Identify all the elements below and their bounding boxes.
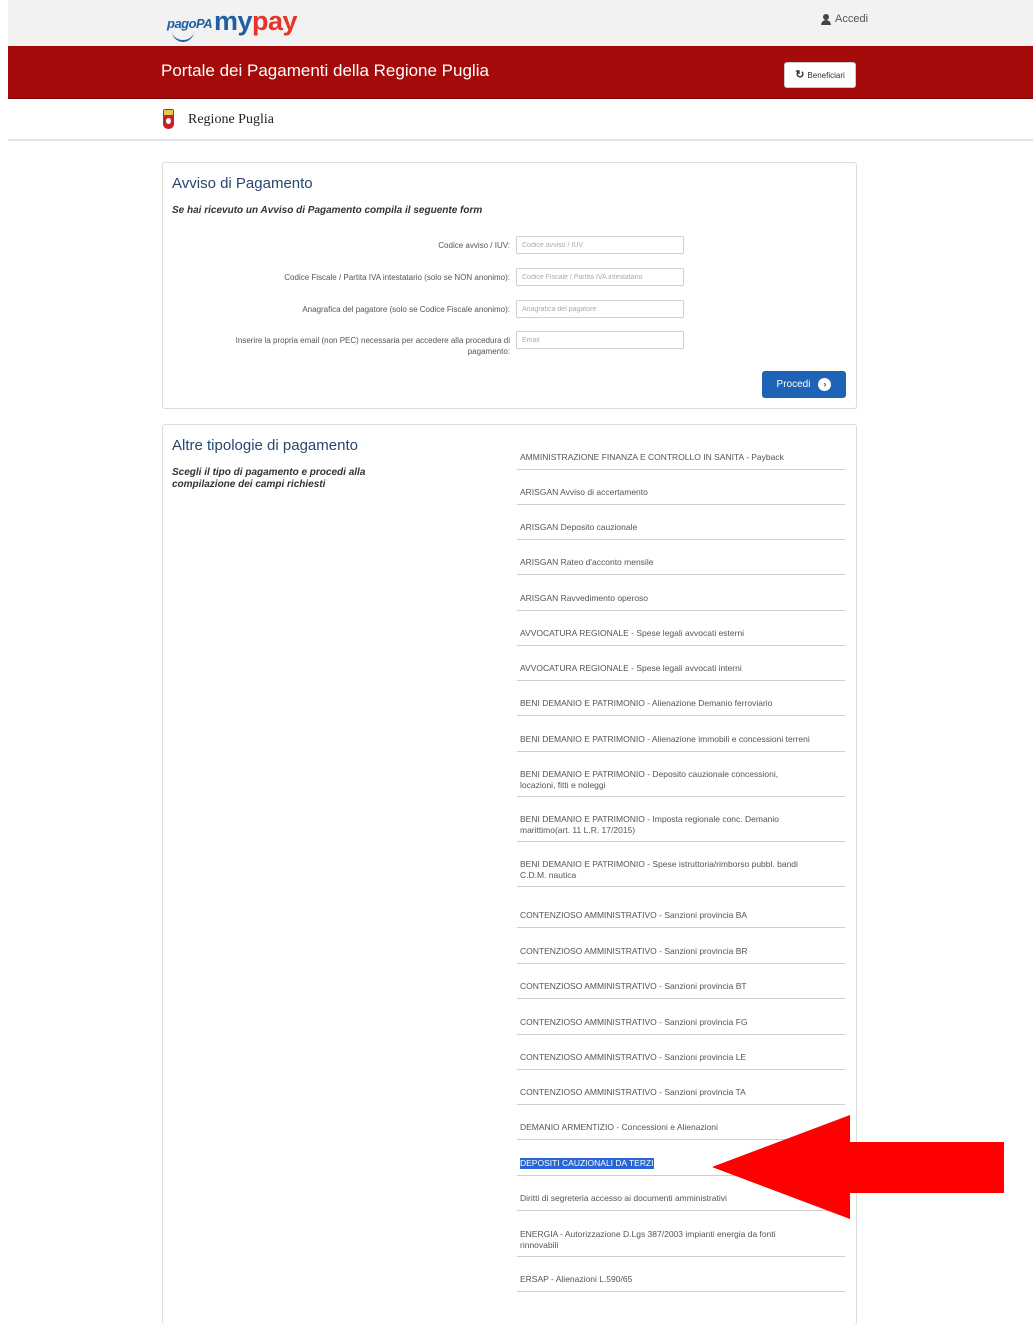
top-bar: pagoPA mypay Accedi [8, 0, 1033, 46]
altre-tipologie-title: Altre tipologie di pagamento [172, 437, 358, 454]
list-item-label: ENERGIA - Autorizzazione D.Lgs 387/2003 … [520, 1229, 776, 1239]
list-item-label-line2: rinnovabili [520, 1240, 559, 1250]
list-item-label: BENI DEMANIO E PATRIMONIO - Alienazione … [520, 734, 810, 744]
altre-subtitle-line2: compilazione dei campi richiesti [172, 479, 326, 490]
list-item-label: BENI DEMANIO E PATRIMONIO - Deposito cau… [520, 769, 779, 779]
form-label-text: Codice Fiscale / Partita IVA intestatari… [284, 273, 510, 282]
list-item-label: ERSAP - Alienazioni L.590/65 [520, 1274, 633, 1284]
form-label-text: Inserire la propria email (non PEC) nece… [162, 335, 510, 357]
refresh-icon: ↻ [795, 68, 805, 81]
list-item-label: CONTENZIOSO AMMINISTRATIVO - Sanzioni pr… [520, 946, 748, 956]
list-item[interactable]: CONTENZIOSO AMMINISTRATIVO - Sanzioni pr… [517, 1004, 845, 1035]
region-bar: Regione Puglia [8, 99, 1033, 141]
list-item[interactable]: ARISGAN Avviso di accertamento [517, 474, 845, 505]
list-item-label: AVVOCATURA REGIONALE - Spese legali avvo… [520, 663, 742, 673]
list-item-label: AMMINISTRAZIONE FINANZA E CONTROLLO IN S… [520, 452, 784, 462]
altre-tipologie-subtitle: Scegli il tipo di pagamento e procedi al… [172, 467, 365, 491]
mypay-logo-pay: pay [252, 6, 298, 36]
list-item-label: DEPOSITI CAUZIONALI DA TERZI [520, 1158, 654, 1169]
avviso-panel [162, 162, 857, 409]
list-item-label: BENI DEMANIO E PATRIMONIO - Spese istrut… [520, 859, 798, 869]
list-item[interactable]: CONTENZIOSO AMMINISTRATIVO - Sanzioni pr… [517, 1039, 845, 1070]
codice-avviso-input[interactable] [516, 236, 684, 254]
list-item-label-line2: marittimo(art. 11 L.R. 17/2015) [520, 825, 636, 835]
list-item[interactable]: ENERGIA - Autorizzazione D.Lgs 387/2003 … [517, 1216, 845, 1257]
list-item[interactable]: ARISGAN Rateo d'acconto mensile [517, 544, 845, 575]
pagopa-logo-arc [172, 30, 194, 42]
email-input[interactable] [516, 331, 684, 349]
list-item[interactable]: AVVOCATURA REGIONALE - Spese legali avvo… [517, 615, 845, 646]
list-item[interactable]: BENI DEMANIO E PATRIMONIO - Deposito cau… [517, 756, 845, 797]
form-label-text: Codice avviso / IUV: [438, 241, 510, 250]
list-item[interactable]: ERSAP - Alienazioni L.590/65 [517, 1261, 845, 1292]
mypay-logo[interactable]: mypay [214, 6, 298, 37]
list-item[interactable]: BENI DEMANIO E PATRIMONIO - Imposta regi… [517, 801, 845, 842]
region-crest-icon [163, 109, 174, 129]
list-item-label-line2: locazioni, fitti e noleggi [520, 780, 606, 790]
list-item[interactable]: BENI DEMANIO E PATRIMONIO - Alienazione … [517, 721, 845, 752]
list-item-label: ARISGAN Avviso di accertamento [520, 487, 648, 497]
list-item-label: CONTENZIOSO AMMINISTRATIVO - Sanzioni pr… [520, 1017, 748, 1027]
list-item-label: DEMANIO ARMENTIZIO - Concessioni e Alien… [520, 1122, 718, 1132]
list-item[interactable]: CONTENZIOSO AMMINISTRATIVO - Sanzioni pr… [517, 968, 845, 999]
form-label-email: Inserire la propria email (non PEC) nece… [162, 335, 510, 357]
portal-header: Portale dei Pagamenti della Regione Pugl… [8, 46, 1033, 99]
list-item[interactable]: AVVOCATURA REGIONALE - Spese legali avvo… [517, 650, 845, 681]
form-label-text: Anagrafica del pagatore (solo se Codice … [302, 305, 510, 314]
procedi-button[interactable]: Procedi › [762, 371, 846, 398]
list-item-label: ARISGAN Rateo d'acconto mensile [520, 557, 654, 567]
list-item-label: AVVOCATURA REGIONALE - Spese legali avvo… [520, 628, 745, 638]
list-item-label: CONTENZIOSO AMMINISTRATIVO - Sanzioni pr… [520, 981, 747, 991]
list-item[interactable]: BENI DEMANIO E PATRIMONIO - Spese istrut… [517, 846, 845, 887]
user-icon [821, 13, 831, 25]
list-item[interactable]: CONTENZIOSO AMMINISTRATIVO - Sanzioni pr… [517, 933, 845, 964]
list-item-label: BENI DEMANIO E PATRIMONIO - Alienazione … [520, 698, 773, 708]
list-item-label: ARISGAN Ravvedimento operoso [520, 593, 649, 603]
list-item[interactable]: AMMINISTRAZIONE FINANZA E CONTROLLO IN S… [517, 439, 845, 470]
login-label: Accedi [835, 13, 869, 25]
form-label-email-line1: Inserire la propria email (non PEC) nece… [235, 336, 510, 345]
arrow-right-circle-icon: › [818, 378, 832, 391]
anagrafica-input[interactable] [516, 300, 684, 318]
mypay-logo-my: my [214, 6, 253, 36]
codice-fiscale-input[interactable] [516, 268, 684, 286]
beneficiari-button[interactable]: ↻ Beneficiari [784, 62, 856, 88]
list-item-label: CONTENZIOSO AMMINISTRATIVO - Sanzioni pr… [520, 1052, 747, 1062]
avviso-title: Avviso di Pagamento [172, 175, 313, 192]
list-item-label: CONTENZIOSO AMMINISTRATIVO - Sanzioni pr… [520, 1087, 746, 1097]
list-item-label: ARISGAN Deposito cauzionale [520, 522, 638, 532]
list-item[interactable]: CONTENZIOSO AMMINISTRATIVO - Sanzioni pr… [517, 1074, 845, 1105]
list-item[interactable]: BENI DEMANIO E PATRIMONIO - Alienazione … [517, 685, 845, 716]
pagopa-logo[interactable]: pagoPA [167, 16, 213, 31]
form-label-email-line2: pagamento: [467, 347, 510, 356]
list-item-label: CONTENZIOSO AMMINISTRATIVO - Sanzioni pr… [520, 910, 748, 920]
portal-title: Portale dei Pagamenti della Regione Pugl… [161, 61, 489, 80]
annotation-arrow-icon [712, 1115, 1004, 1219]
list-item[interactable]: ARISGAN Deposito cauzionale [517, 509, 845, 540]
list-item-label: BENI DEMANIO E PATRIMONIO - Imposta regi… [520, 814, 780, 824]
beneficiari-label: Beneficiari [807, 70, 845, 80]
avviso-subtitle: Se hai ricevuto un Avviso di Pagamento c… [172, 205, 483, 216]
list-item[interactable]: CONTENZIOSO AMMINISTRATIVO - Sanzioni pr… [517, 897, 845, 928]
login-link[interactable]: Accedi [821, 13, 868, 25]
list-item-label-line2: C.D.M. nautica [520, 870, 577, 880]
region-name: Regione Puglia [188, 112, 274, 127]
list-item[interactable]: ARISGAN Ravvedimento operoso [517, 580, 845, 611]
list-item-label: Diritti di segreteria accesso ai documen… [520, 1193, 727, 1203]
procedi-label: Procedi [776, 379, 811, 390]
altre-subtitle-line1: Scegli il tipo di pagamento e procedi al… [172, 467, 366, 478]
